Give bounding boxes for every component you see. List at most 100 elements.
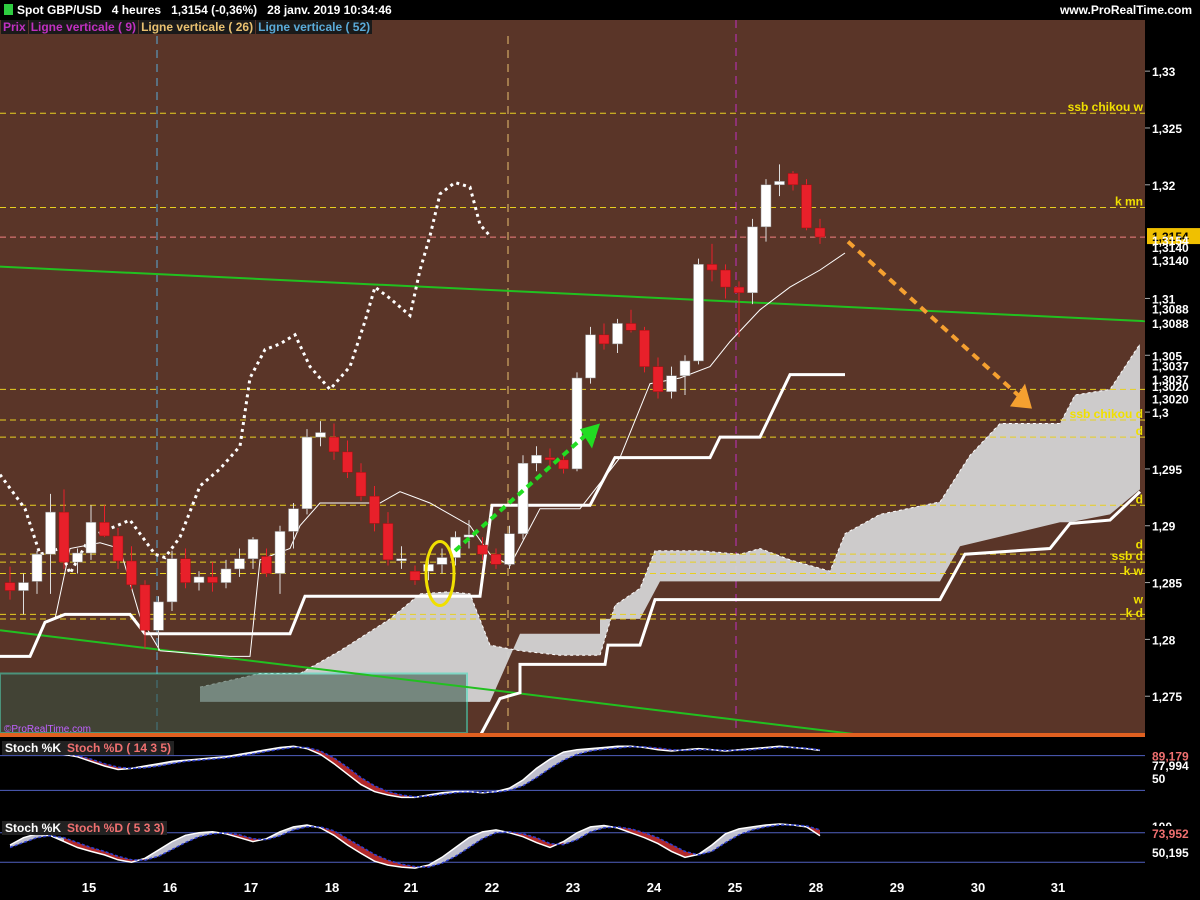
x-tick-label: 24	[647, 880, 662, 895]
stoch2-title[interactable]: Stoch %K Stoch %D ( 5 3 3)	[2, 821, 168, 835]
candle	[355, 472, 367, 497]
legend-vline-52[interactable]: Ligne verticale ( 52)	[256, 20, 373, 34]
candle	[544, 457, 556, 461]
stoch1-title[interactable]: Stoch %K Stoch %D ( 14 3 5)	[2, 741, 175, 755]
level-label: k w	[1124, 564, 1144, 578]
candle	[490, 553, 502, 565]
y-tick-label: 1,275	[1152, 690, 1182, 704]
candle	[436, 557, 448, 565]
candle	[193, 576, 205, 583]
copyright: ©ProRealTime.com	[4, 724, 92, 735]
level-label: ssb chikou d	[1070, 407, 1143, 421]
candle	[301, 436, 313, 509]
candle	[396, 558, 407, 561]
y-tick-label: 1,33	[1152, 65, 1176, 79]
candle	[45, 511, 56, 555]
candle	[612, 323, 623, 345]
candle	[139, 584, 151, 631]
candle	[585, 334, 596, 379]
candle	[234, 558, 245, 570]
main-panel-bottom-border	[0, 733, 1145, 737]
datetime: 28 janv. 2019 10:34:46	[267, 3, 392, 17]
candle	[706, 264, 718, 271]
level-label: ssb chikou w	[1068, 100, 1144, 114]
candle	[652, 366, 664, 392]
status-icon	[4, 4, 13, 15]
stoch1-d-label: Stoch %D ( 14 3 5)	[64, 741, 175, 755]
title-bar: Spot GBP/USD 4 heures 1,3154 (-0,36%) 28…	[0, 0, 1200, 20]
candle	[99, 522, 110, 537]
candle	[814, 227, 826, 238]
candle	[274, 531, 286, 574]
candle	[220, 568, 232, 583]
candle	[382, 523, 394, 561]
candle	[693, 264, 704, 362]
candle	[760, 184, 772, 228]
candle	[504, 533, 515, 565]
candle	[558, 459, 569, 470]
stoch2-k-value: 73,952	[1152, 827, 1189, 841]
candle	[18, 582, 29, 591]
candle	[4, 582, 16, 591]
candle	[31, 553, 43, 582]
candle	[369, 495, 380, 524]
candle	[409, 570, 421, 581]
level-label: d	[1136, 424, 1143, 438]
title-left: Spot GBP/USD 4 heures 1,3154 (-0,36%) 28…	[4, 3, 392, 17]
x-tick-label: 29	[890, 880, 904, 895]
level-label: k mn	[1115, 195, 1143, 209]
y-tick-label: 1,29	[1152, 520, 1176, 534]
x-tick-label: 16	[163, 880, 177, 895]
candle	[774, 181, 785, 186]
price-change: 1,3154 (-0,36%)	[171, 3, 258, 17]
level-label: ssb d	[1112, 549, 1143, 563]
indicator-legend: Prix Ligne verticale ( 9) Ligne verticale …	[1, 20, 373, 35]
stoch2-d-label: Stoch %D ( 5 3 3)	[64, 821, 168, 835]
y-tick-label: 1,32	[1152, 179, 1176, 193]
stoch2-d-value: 50,195	[1152, 846, 1189, 860]
instrument-name: Spot GBP/USD	[17, 3, 102, 17]
y-tick-label: 1,295	[1152, 463, 1182, 477]
stoch1-k-label: Stoch %K	[2, 741, 65, 755]
candle	[625, 323, 637, 331]
x-tick-label: 28	[809, 880, 823, 895]
level-label: d	[1136, 492, 1143, 506]
candle	[342, 451, 353, 473]
candle	[720, 269, 731, 288]
candle	[58, 511, 70, 563]
x-tick-label: 21	[404, 880, 418, 895]
candle	[477, 544, 488, 555]
x-tick-label: 18	[325, 880, 339, 895]
candle	[679, 360, 691, 376]
price-label: 1,3037	[1152, 359, 1189, 373]
x-tick-label: 31	[1051, 880, 1065, 895]
price-label: 1,3088	[1152, 303, 1189, 317]
candle	[517, 462, 529, 534]
candle	[180, 558, 191, 583]
y-tick-label: 1,285	[1152, 577, 1182, 591]
timeframe[interactable]: 4 heures	[112, 3, 161, 17]
level-label: w	[1133, 592, 1144, 606]
candle	[166, 558, 178, 603]
legend-vline-26[interactable]: Ligne verticale ( 26)	[139, 20, 256, 34]
y-tick-label: 1,3	[1152, 406, 1169, 420]
stoch2-k-label: Stoch %K	[2, 821, 65, 835]
website-link[interactable]: www.ProRealTime.com	[1060, 3, 1192, 17]
candle	[288, 508, 299, 532]
candle	[207, 576, 218, 583]
price-label: 1,3140	[1152, 241, 1189, 255]
x-tick-label: 30	[971, 880, 985, 895]
candle	[571, 377, 583, 470]
stoch1-d-value: 77,994	[1152, 759, 1189, 773]
candle	[598, 334, 610, 345]
time-axis: 15 16 17 18 21 22 23 24 25 28 29 30 31	[82, 880, 1065, 895]
candle	[531, 455, 542, 464]
legend-vline-9[interactable]: Ligne verticale ( 9)	[28, 20, 139, 34]
chart-canvas: ssb chikou wk mnssb chikou ddddssb dk ww…	[0, 20, 1200, 900]
candle	[666, 375, 677, 392]
y-tick-label: 1,325	[1152, 122, 1182, 136]
candle	[126, 560, 137, 586]
legend-price[interactable]: Prix	[1, 20, 28, 34]
candle	[261, 556, 272, 574]
candle	[112, 535, 124, 562]
